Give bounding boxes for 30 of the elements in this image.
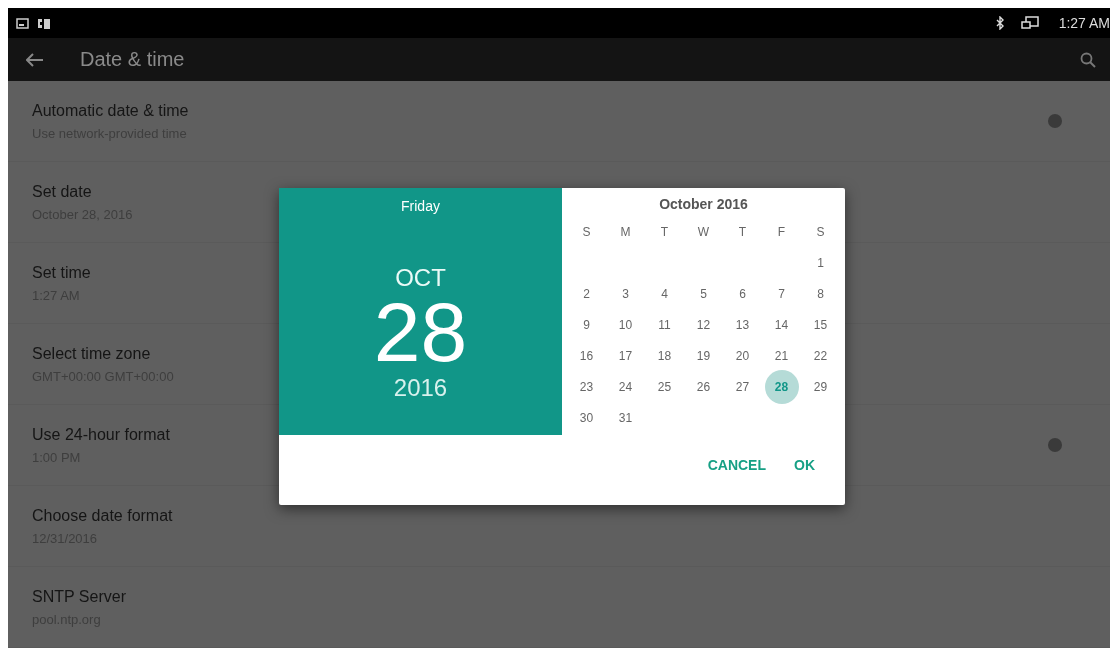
header-day[interactable]: 28 [373, 292, 468, 372]
weekday-label: S [581, 223, 592, 241]
setting-title: Select time zone [32, 344, 151, 363]
bluetooth-icon [994, 16, 1005, 31]
header-year[interactable]: 2016 [393, 374, 448, 402]
toggle-switch[interactable] [1048, 114, 1062, 128]
weekday-label: T [659, 223, 670, 241]
weekday-label: S [815, 223, 826, 241]
header-weekday: Friday [401, 198, 440, 214]
setting-title: SNTP Server [32, 587, 126, 606]
dialog-button[interactable]: CANCEL [697, 449, 776, 481]
screen-cast-icon [1020, 15, 1039, 31]
back-arrow-icon[interactable] [26, 52, 44, 67]
status-time: 1:27 AM [1058, 15, 1110, 32]
weekday-label: W [696, 223, 711, 241]
toggle-switch[interactable] [1048, 438, 1062, 452]
picture-icon [16, 17, 29, 29]
setting-title: Automatic date & time [32, 101, 189, 120]
setting-title: Set time [32, 263, 91, 282]
header-month[interactable]: OCT [395, 264, 446, 292]
setting-title: Set date [32, 182, 92, 201]
calendar-month-title: October 2016 [659, 196, 748, 212]
search-icon[interactable] [1080, 51, 1096, 68]
weekday-label: T [737, 223, 748, 241]
toolbar-title: Date & time [80, 48, 186, 72]
weekday-label: M [619, 223, 632, 241]
dialog-button[interactable]: OK [784, 449, 825, 481]
weekday-label: F [776, 223, 787, 241]
setting-title: Choose date format [32, 506, 173, 525]
setting-title: Use 24-hour format [32, 425, 170, 444]
